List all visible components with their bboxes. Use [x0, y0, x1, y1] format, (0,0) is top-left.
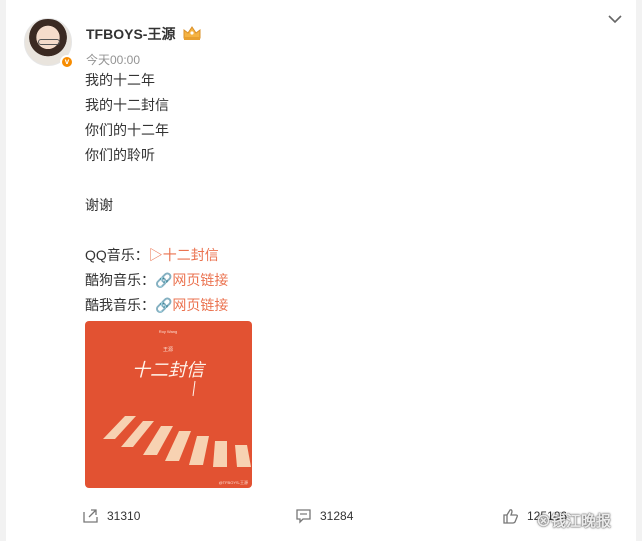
music-label: QQ音乐： — [85, 247, 149, 263]
music-link-kugou[interactable]: 🔗网页链接 — [155, 272, 228, 288]
album-cover-image[interactable]: Roy Wang 王源 十二封信 @TFBOYS-王源 — [85, 321, 252, 488]
music-line-kugou: 酷狗音乐：🔗网页链接 — [85, 270, 228, 290]
crown-icon — [183, 26, 201, 40]
music-label: 酷我音乐： — [85, 297, 155, 313]
music-label: 酷狗音乐： — [85, 272, 155, 288]
post-text-line: 我的十二年 — [85, 72, 155, 88]
glasses-shape — [38, 39, 60, 45]
verified-badge-icon: v — [60, 55, 74, 69]
repost-button[interactable]: 31310 — [82, 508, 140, 524]
cover-watermark: @TFBOYS-王源 — [219, 479, 248, 485]
source-watermark: ⊗钱江晚报 — [536, 513, 612, 530]
post-text-line: 你们的聆听 — [85, 147, 155, 163]
like-icon — [503, 509, 518, 524]
music-line-kuwo: 酷我音乐：🔗网页链接 — [85, 295, 228, 315]
weibo-post-card: v TFBOYS-王源 今天00:00 我的十二年 我的十二封信 你们的十二年 … — [6, 0, 636, 541]
post-text-line: 我的十二封信 — [85, 97, 169, 113]
chevron-down-icon[interactable] — [608, 14, 622, 24]
cover-top-text: Roy Wang — [159, 329, 178, 334]
music-link-kuwo[interactable]: 🔗网页链接 — [155, 297, 228, 313]
comment-icon — [296, 509, 311, 524]
repost-icon — [83, 509, 98, 523]
cover-small-text: 王源 — [163, 346, 173, 353]
music-line-qq: QQ音乐：▷十二封信 — [85, 245, 219, 265]
comment-button[interactable]: 31284 — [295, 508, 353, 524]
piano-keys-graphic — [103, 416, 251, 467]
post-text-line: 你们的十二年 — [85, 122, 169, 138]
music-link-qq[interactable]: ▷十二封信 — [149, 247, 219, 263]
cover-title: 十二封信 — [132, 360, 207, 381]
post-text-line: 谢谢 — [85, 197, 113, 213]
comment-count: 31284 — [320, 509, 354, 523]
repost-count: 31310 — [107, 509, 141, 523]
post-time[interactable]: 今天00:00 — [86, 51, 140, 68]
album-cover-art: Roy Wang 王源 十二封信 @TFBOYS-王源 — [103, 329, 251, 485]
author-name[interactable]: TFBOYS-王源 — [86, 24, 175, 44]
